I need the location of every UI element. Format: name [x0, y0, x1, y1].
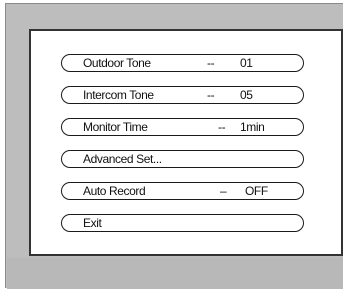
menu-item-monitor-time[interactable]: Monitor Time -- 1min	[61, 118, 304, 136]
menu-item-label: Advanced Set...	[83, 152, 162, 166]
menu-item-value: 01	[240, 56, 253, 70]
menu-item-separator: --	[207, 56, 215, 70]
menu-item-label: Intercom Tone	[83, 88, 154, 102]
menu-item-label: Outdoor Tone	[83, 56, 151, 70]
status-bar	[7, 258, 343, 289]
menu-item-value: OFF	[245, 184, 268, 198]
menu-item-value: 05	[240, 88, 253, 102]
menu-item-value: 1min	[240, 120, 265, 134]
menu-item-separator: --	[218, 120, 226, 134]
menu-item-exit[interactable]: Exit	[61, 214, 304, 232]
menu-item-outdoor-tone[interactable]: Outdoor Tone -- 01	[61, 54, 304, 72]
menu-item-separator: --	[207, 88, 215, 102]
menu-item-label: Auto Record	[83, 184, 146, 198]
menu-item-auto-record[interactable]: Auto Record – OFF	[61, 182, 304, 200]
menu-item-label: Exit	[83, 216, 102, 230]
menu-item-separator: –	[220, 184, 227, 198]
menu-item-intercom-tone[interactable]: Intercom Tone -- 05	[61, 86, 304, 104]
menu-item-label: Monitor Time	[83, 120, 148, 134]
menu-item-advanced-set[interactable]: Advanced Set...	[61, 150, 304, 168]
